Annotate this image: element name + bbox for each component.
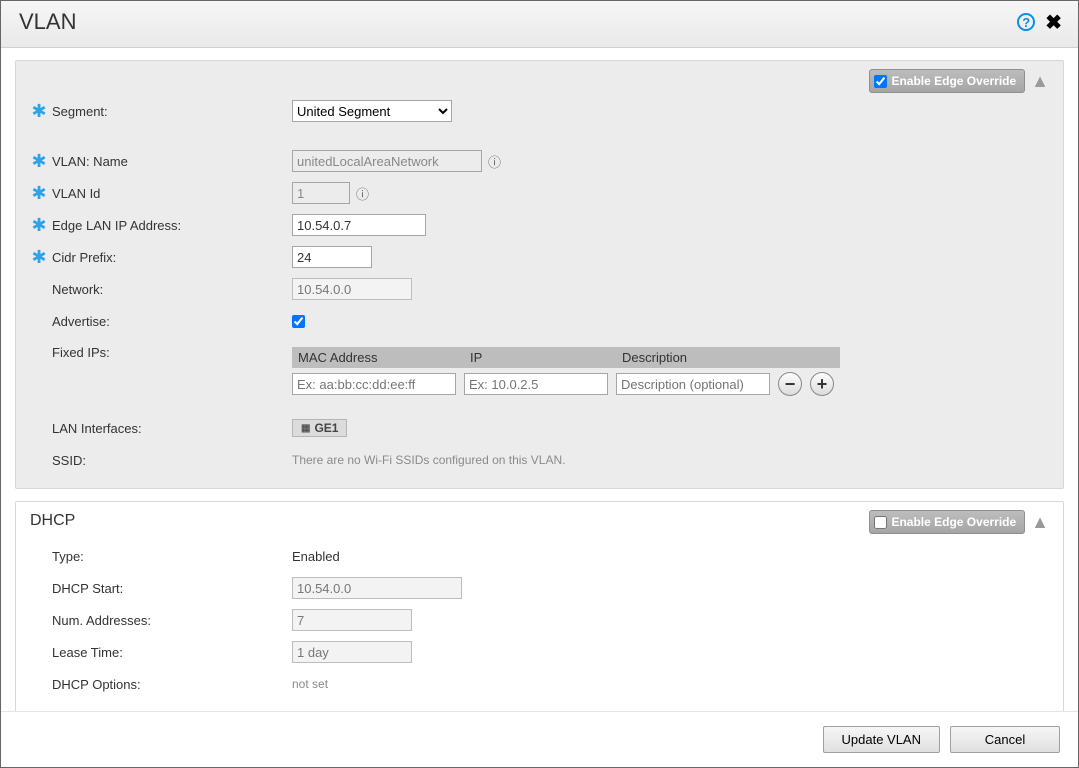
enable-edge-override-dhcp[interactable]: Enable Edge Override (869, 510, 1025, 534)
fixed-ips-header: MAC Address IP Description (292, 347, 840, 368)
dhcp-type-label: Type: (52, 549, 292, 564)
close-icon[interactable]: ✖ (1041, 10, 1066, 35)
info-icon[interactable]: ⓘ (356, 184, 369, 203)
dhcp-type-value: Enabled (292, 549, 340, 564)
dhcp-start-input (292, 577, 462, 599)
col-desc: Description (616, 347, 840, 368)
col-mac: MAC Address (292, 347, 464, 368)
add-fixed-ip-button[interactable]: + (810, 372, 834, 396)
network-input (292, 278, 412, 300)
info-icon[interactable]: ⓘ (488, 152, 501, 171)
required-icon: ✱ (30, 216, 48, 234)
override-checkbox-vlan[interactable] (874, 75, 887, 88)
ssid-none-text: There are no Wi-Fi SSIDs configured on t… (292, 453, 565, 467)
fixed-ips-label: Fixed IPs: (52, 345, 292, 360)
required-icon: ✱ (30, 102, 48, 120)
vlan-section: Enable Edge Override ▲ ✱ Segment: United… (15, 60, 1064, 489)
segment-label: Segment: (52, 104, 292, 119)
lan-if-label: LAN Interfaces: (52, 421, 292, 436)
vlan-dialog: VLAN ? ✖ Enable Edge Override ▲ ✱ Segm (0, 0, 1079, 768)
override-group-vlan: Enable Edge Override ▲ (869, 69, 1049, 93)
fixed-ips-row: − + (292, 372, 840, 396)
dhcp-start-label: DHCP Start: (52, 581, 292, 596)
lan-interface-name: GE1 (314, 421, 338, 435)
vlan-id-input[interactable] (292, 182, 350, 204)
ssid-label: SSID: (52, 453, 292, 468)
enable-edge-override-vlan[interactable]: Enable Edge Override (869, 69, 1025, 93)
warning-icon: ▲ (1031, 512, 1049, 533)
titlebar-icons: ? ✖ (1017, 10, 1066, 35)
lan-interface-tag[interactable]: ▦ GE1 (292, 419, 347, 437)
update-vlan-button[interactable]: Update VLAN (823, 726, 941, 753)
dhcp-options-label: DHCP Options: (52, 677, 292, 692)
required-icon: ✱ (30, 152, 48, 170)
titlebar: VLAN ? ✖ (1, 1, 1078, 48)
dhcp-num-label: Num. Addresses: (52, 613, 292, 628)
vlan-name-label: VLAN: Name (52, 154, 292, 169)
fixed-ip-input[interactable] (464, 373, 608, 395)
dhcp-num-input (292, 609, 412, 631)
grid-icon: ▦ (301, 423, 310, 434)
advertise-label: Advertise: (52, 314, 292, 329)
edge-ip-label: Edge LAN IP Address: (52, 218, 292, 233)
dhcp-section: DHCP Enable Edge Override ▲ ✱ Type: Enab… (15, 501, 1064, 711)
col-ip: IP (464, 347, 616, 368)
override-group-dhcp: Enable Edge Override ▲ (869, 510, 1049, 534)
dialog-title: VLAN (19, 9, 76, 35)
required-icon: ✱ (30, 184, 48, 202)
dialog-body: Enable Edge Override ▲ ✱ Segment: United… (1, 48, 1078, 711)
advertise-checkbox[interactable] (292, 315, 305, 328)
cancel-button[interactable]: Cancel (950, 726, 1060, 753)
required-icon: ✱ (30, 248, 48, 266)
edge-ip-input[interactable] (292, 214, 426, 236)
dialog-footer: Update VLAN Cancel (1, 711, 1078, 767)
segment-select[interactable]: United Segment (292, 100, 452, 122)
vlan-name-input[interactable] (292, 150, 482, 172)
cidr-label: Cidr Prefix: (52, 250, 292, 265)
override-label: Enable Edge Override (891, 74, 1016, 88)
dhcp-options-value: not set (292, 677, 328, 691)
fixed-mac-input[interactable] (292, 373, 456, 395)
remove-fixed-ip-button[interactable]: − (778, 372, 802, 396)
help-icon[interactable]: ? (1017, 13, 1035, 31)
cidr-input[interactable] (292, 246, 372, 268)
override-checkbox-dhcp[interactable] (874, 516, 887, 529)
warning-icon: ▲ (1031, 71, 1049, 92)
fixed-desc-input[interactable] (616, 373, 770, 395)
override-label: Enable Edge Override (891, 515, 1016, 529)
dhcp-lease-label: Lease Time: (52, 645, 292, 660)
vlan-id-label: VLAN Id (52, 186, 292, 201)
network-label: Network: (52, 282, 292, 297)
dhcp-lease-input (292, 641, 412, 663)
dhcp-title: DHCP (30, 512, 75, 530)
